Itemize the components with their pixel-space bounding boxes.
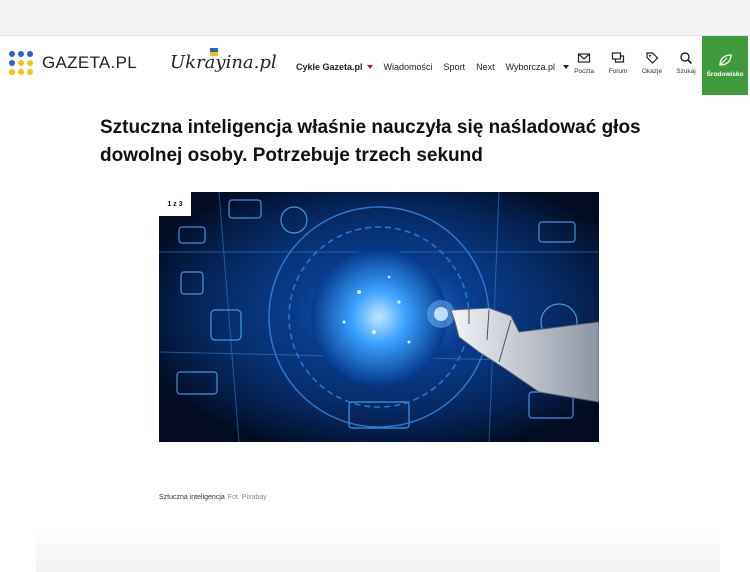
nav-item-cykle[interactable]: Cykle Gazeta.pl [296,62,373,72]
nav-item-label: Wiadomości [383,62,433,72]
tool-label: Poczta [574,68,594,75]
logo-text: GAZETA.PL [42,53,137,72]
image-caption: Sztuczna inteligencja Fot. Pixabay [159,494,267,501]
browser-top-strip [0,0,750,36]
tool-label: Forum [608,68,628,75]
chevron-down-icon [366,65,373,69]
nav-item-sport[interactable]: Sport [444,62,466,72]
search-button[interactable]: Szukaj [669,51,703,75]
tag-icon [646,52,659,64]
tool-label: Okazje [641,68,663,75]
content-placeholder [36,530,720,572]
nav-item-wiadomosci[interactable]: Wiadomości [384,62,433,72]
gazeta-logo[interactable]: GAZETA.PL [9,51,137,75]
nav-item-next[interactable]: Next [476,62,495,72]
caption-text: Sztuczna inteligencja [159,494,225,501]
site-header: GAZETA.PL Ukrayina.pl Cykle Gazeta.pl Wi… [0,36,750,96]
nav-item-label: Sport [443,62,466,72]
nav-item-label: Wyborcza.pl [505,62,556,72]
ai-illustration [159,192,599,442]
forum-button[interactable]: Forum [601,51,635,75]
leaf-icon [719,54,732,66]
header-tools: Poczta Forum Okazje Szukaj [567,51,703,75]
mail-button[interactable]: Poczta [567,51,601,75]
article-hero-image[interactable] [159,192,599,442]
okazje-button[interactable]: Okazje [635,51,669,75]
logo-dots-icon [9,51,33,75]
main-nav: Cykle Gazeta.pl Wiadomości Sport Next Wy… [296,62,580,72]
tool-label: Szukaj [676,68,696,75]
photo-credit: Fot. Pixabay [227,494,267,501]
nav-item-wyborcza[interactable]: Wyborcza.pl [505,62,570,72]
nav-item-label: Next [476,62,495,72]
nav-item-label: Cykle Gazeta.pl [296,62,363,72]
srodowisko-button[interactable]: Środowisko [702,36,748,95]
ukrayina-logo[interactable]: Ukrayina.pl [170,52,277,73]
forum-icon [611,52,625,63]
mail-icon [577,53,591,63]
gallery-counter: 1 z 3 [159,192,191,216]
article-title: Sztuczna inteligencja właśnie nauczyła s… [100,117,641,166]
search-icon [680,52,693,65]
srodowisko-label: Środowisko [706,71,744,78]
